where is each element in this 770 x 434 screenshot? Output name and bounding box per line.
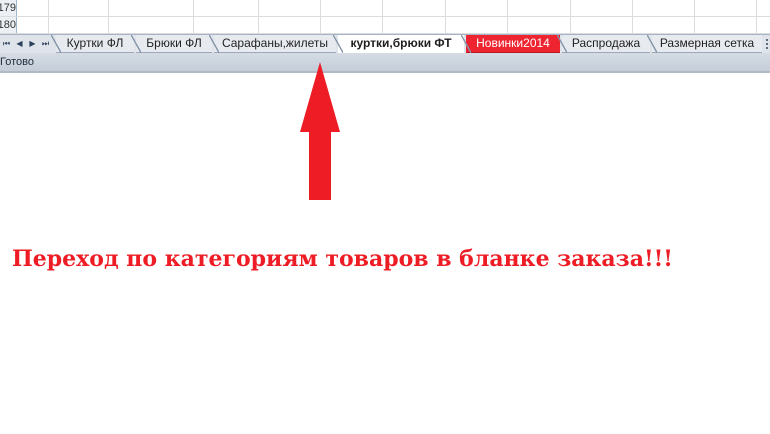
column-gridline xyxy=(382,0,383,34)
sheet-tab-sarafany[interactable]: Сарафаны,жилеты xyxy=(209,35,336,53)
row-header[interactable]: 179 xyxy=(0,0,17,16)
sheet-tab-kurtki-bryuki-ft[interactable]: куртки,брюки ФТ xyxy=(333,35,464,53)
spreadsheet-grid[interactable]: 179 180 xyxy=(0,0,770,34)
previous-sheet-icon[interactable]: ◀ xyxy=(13,35,26,53)
column-gridline xyxy=(48,0,49,34)
sheet-tab-label: Сарафаны,жилеты xyxy=(221,36,329,50)
tab-split-handle[interactable] xyxy=(764,35,770,53)
status-ready-text: Готово xyxy=(0,56,34,68)
row-header[interactable]: 180 xyxy=(0,17,17,33)
column-gridline xyxy=(507,0,508,34)
column-gridline xyxy=(570,0,571,34)
sheet-tab-bryuki-fl[interactable]: Брюки ФЛ xyxy=(131,35,212,53)
annotation-caption: Переход по категориям товаров в бланке з… xyxy=(12,246,673,272)
sheet-tab-razmernaya-setka[interactable]: Размерная сетка xyxy=(647,35,762,53)
sheet-tab-label: Размерная сетка xyxy=(659,36,755,50)
first-sheet-icon[interactable]: ⏮ xyxy=(0,35,13,53)
sheet-tab-novinki2014[interactable]: Новинки2014 xyxy=(461,35,560,53)
grid-row[interactable]: 179 xyxy=(0,0,770,17)
next-sheet-icon[interactable]: ▶ xyxy=(26,35,39,53)
sheet-tab-label: Куртки ФЛ xyxy=(66,36,124,50)
grid-row[interactable]: 180 xyxy=(0,17,770,34)
column-gridline xyxy=(756,0,757,34)
sheet-tab-bar: ⏮ ◀ ▶ ⏭ Куртки ФЛ Брюки ФЛ Сарафаны,жиле… xyxy=(0,34,770,53)
column-gridline xyxy=(320,0,321,34)
column-gridline xyxy=(445,0,446,34)
sheet-navigation: ⏮ ◀ ▶ ⏭ xyxy=(0,35,52,53)
sheet-tab-label: Новинки2014 xyxy=(476,36,550,50)
sheet-tab-rasprodazha[interactable]: Распродажа xyxy=(557,35,650,53)
column-gridline xyxy=(694,0,695,34)
sheet-tab-label: Брюки ФЛ xyxy=(146,36,202,50)
column-gridline xyxy=(193,0,194,34)
sheet-tab-label: куртки,брюки ФТ xyxy=(350,36,452,50)
column-gridline xyxy=(632,0,633,34)
up-arrow-icon xyxy=(300,62,340,200)
column-gridline xyxy=(258,0,259,34)
status-bar: Готово xyxy=(0,53,770,73)
sheet-tab-kurtki-fl[interactable]: Куртки ФЛ xyxy=(51,35,134,53)
column-gridline xyxy=(108,0,109,34)
sheet-tab-label: Распродажа xyxy=(571,36,641,50)
